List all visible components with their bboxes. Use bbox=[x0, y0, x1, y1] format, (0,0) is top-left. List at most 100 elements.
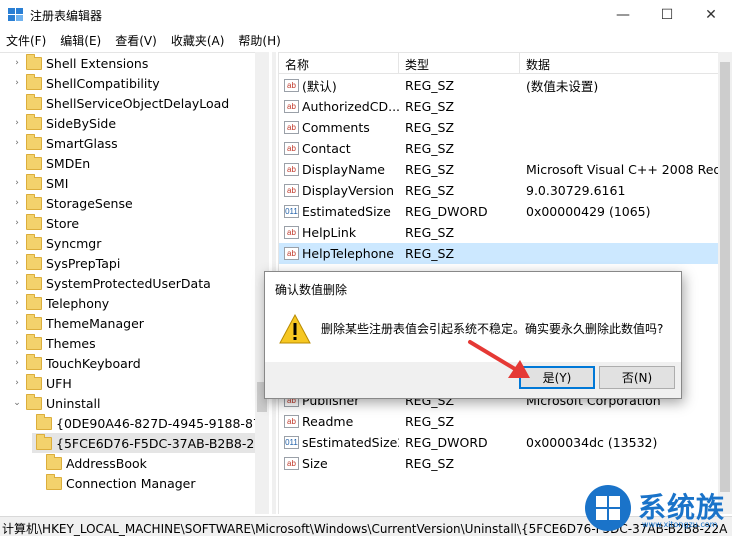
tree-expander-icon[interactable]: › bbox=[12, 198, 22, 208]
tree-item-label: ShellCompatibility bbox=[46, 75, 160, 91]
value-row[interactable]: ab HelpTelephone REG_SZ bbox=[279, 243, 718, 264]
tree-item[interactable]: › SmartGlass bbox=[12, 133, 256, 153]
column-header-name[interactable]: 名称 bbox=[279, 53, 399, 74]
value-row[interactable]: 011 EstimatedSize REG_DWORD 0x00000429 (106… bbox=[279, 201, 718, 222]
tree-expander-icon[interactable]: › bbox=[12, 318, 22, 328]
value-type: REG_SZ bbox=[405, 183, 455, 198]
value-row[interactable]: 011 sEstimatedSize2 REG_DWORD 0x000034dc (1… bbox=[279, 432, 718, 453]
tree-expander-icon[interactable]: › bbox=[12, 78, 22, 88]
value-name: AuthorizedCD... bbox=[302, 99, 399, 114]
value-type: REG_SZ bbox=[405, 141, 455, 156]
tree-item-label: Themes bbox=[46, 335, 96, 351]
tree-item[interactable]: › SMI bbox=[12, 173, 256, 193]
tree-item-label: Uninstall bbox=[46, 395, 101, 411]
registry-editor-icon bbox=[8, 8, 23, 21]
string-value-icon: ab bbox=[284, 226, 299, 239]
tree-item[interactable]: ⌄ Uninstall bbox=[12, 393, 256, 413]
folder-icon bbox=[26, 73, 42, 90]
value-row[interactable]: ab Contact REG_SZ bbox=[279, 138, 718, 159]
menu-favorites[interactable]: 收藏夹(A) bbox=[165, 30, 233, 50]
tree-item-label: Shell Extensions bbox=[46, 55, 149, 71]
string-value-icon: ab bbox=[284, 457, 299, 470]
list-header: 名称 类型 数据 bbox=[279, 53, 718, 74]
menu-edit[interactable]: 编辑(E) bbox=[54, 30, 109, 50]
tree-item[interactable]: {5FCE6D76-F5DC-37AB-B2B8-22 bbox=[32, 433, 262, 453]
maximize-button[interactable]: ☐ bbox=[644, 0, 690, 30]
tree-item[interactable]: › Themes bbox=[12, 333, 256, 353]
column-header-data[interactable]: 数据 bbox=[520, 53, 718, 74]
tree-expander-icon[interactable]: › bbox=[12, 138, 22, 148]
value-row[interactable]: ab (默认) REG_SZ (数值未设置) bbox=[279, 75, 718, 96]
tree-expander-icon[interactable]: › bbox=[12, 258, 22, 268]
tree-expander-icon[interactable]: › bbox=[12, 58, 22, 68]
tree-item[interactable]: SMDEn bbox=[12, 153, 256, 173]
tree-item-label: Store bbox=[46, 215, 80, 231]
tree-item[interactable]: › SystemProtectedUserData bbox=[12, 273, 256, 293]
column-header-type[interactable]: 类型 bbox=[399, 53, 520, 74]
value-row[interactable]: ab DisplayName REG_SZ Microsoft Visual C++ … bbox=[279, 159, 718, 180]
string-value-icon: ab bbox=[284, 163, 299, 176]
tree-item[interactable]: › Syncmgr bbox=[12, 233, 256, 253]
value-type: REG_SZ bbox=[405, 456, 455, 471]
tree-expander-icon[interactable]: › bbox=[12, 218, 22, 228]
string-value-icon: ab bbox=[284, 415, 299, 428]
value-type: REG_SZ bbox=[405, 414, 455, 429]
tree-item[interactable]: › ThemeManager bbox=[12, 313, 256, 333]
tree-item-label: ThemeManager bbox=[46, 315, 144, 331]
tree-expander-icon[interactable]: › bbox=[12, 278, 22, 288]
tree-expander-icon[interactable]: › bbox=[12, 178, 22, 188]
tree-expander-icon[interactable]: › bbox=[12, 338, 22, 348]
folder-icon bbox=[26, 93, 42, 110]
list-scrollbar-thumb[interactable] bbox=[720, 62, 730, 492]
tree-expander-icon[interactable]: › bbox=[12, 238, 22, 248]
value-row[interactable]: ab Readme REG_SZ bbox=[279, 411, 718, 432]
value-data: 0x000034dc (13532) bbox=[526, 435, 658, 450]
tree-item[interactable]: Connection Manager bbox=[32, 473, 256, 493]
dialog-title: 确认数值删除 bbox=[265, 272, 681, 302]
folder-icon bbox=[26, 233, 42, 250]
tree-expander-icon[interactable]: ⌄ bbox=[12, 398, 22, 408]
menu-file[interactable]: 文件(F) bbox=[0, 30, 54, 50]
tree-item[interactable]: AddressBook bbox=[32, 453, 256, 473]
tree-item[interactable]: › ShellCompatibility bbox=[12, 73, 256, 93]
tree-item[interactable]: › Telephony bbox=[12, 293, 256, 313]
folder-icon bbox=[46, 473, 62, 490]
minimize-button[interactable]: — bbox=[600, 0, 646, 30]
value-name: HelpLink bbox=[302, 225, 357, 240]
value-type: REG_SZ bbox=[405, 225, 455, 240]
tree-item[interactable]: › SysPrepTapi bbox=[12, 253, 256, 273]
tree-item[interactable]: › TouchKeyboard bbox=[12, 353, 256, 373]
tree-item[interactable]: › SideBySide bbox=[12, 113, 256, 133]
tree-expander-icon[interactable]: › bbox=[12, 378, 22, 388]
list-scrollbar[interactable] bbox=[718, 52, 732, 514]
value-name: Readme bbox=[302, 414, 354, 429]
tree-item[interactable]: {0DE90A46-827D-4945-9188-877 bbox=[32, 413, 269, 433]
menu-view[interactable]: 查看(V) bbox=[109, 30, 165, 50]
value-row[interactable]: ab HelpLink REG_SZ bbox=[279, 222, 718, 243]
tree-item-label: StorageSense bbox=[46, 195, 133, 211]
tree-item-label: {0DE90A46-827D-4945-9188-877 bbox=[56, 415, 269, 431]
value-name-cell: ab HelpLink bbox=[279, 225, 399, 240]
close-button[interactable]: ✕ bbox=[688, 0, 732, 30]
tree-item[interactable]: › Store bbox=[12, 213, 256, 233]
value-row[interactable]: ab Comments REG_SZ bbox=[279, 117, 718, 138]
warning-icon bbox=[279, 314, 311, 344]
folder-icon bbox=[26, 313, 42, 330]
value-name: Contact bbox=[302, 141, 351, 156]
tree-item-label: SmartGlass bbox=[46, 135, 118, 151]
tree-item[interactable]: › Shell Extensions bbox=[12, 53, 256, 73]
value-row[interactable]: ab Size REG_SZ bbox=[279, 453, 718, 474]
tree-expander-icon[interactable]: › bbox=[12, 118, 22, 128]
tree-expander-icon[interactable]: › bbox=[12, 298, 22, 308]
value-name-cell: ab Contact bbox=[279, 141, 399, 156]
no-button[interactable]: 否(N) bbox=[599, 366, 675, 389]
registry-key-tree[interactable]: › Shell Extensions › ShellCompatibility Shel… bbox=[0, 52, 269, 514]
tree-item[interactable]: › StorageSense bbox=[12, 193, 256, 213]
tree-expander-icon[interactable]: › bbox=[12, 358, 22, 368]
value-row[interactable]: ab DisplayVersion REG_SZ 9.0.30729.6161 bbox=[279, 180, 718, 201]
menu-help[interactable]: 帮助(H) bbox=[232, 30, 288, 50]
tree-item[interactable]: ShellServiceObjectDelayLoad bbox=[12, 93, 256, 113]
tree-item[interactable]: › UFH bbox=[12, 373, 256, 393]
value-row[interactable]: ab AuthorizedCD... REG_SZ bbox=[279, 96, 718, 117]
red-arrow-annotation bbox=[468, 340, 530, 378]
